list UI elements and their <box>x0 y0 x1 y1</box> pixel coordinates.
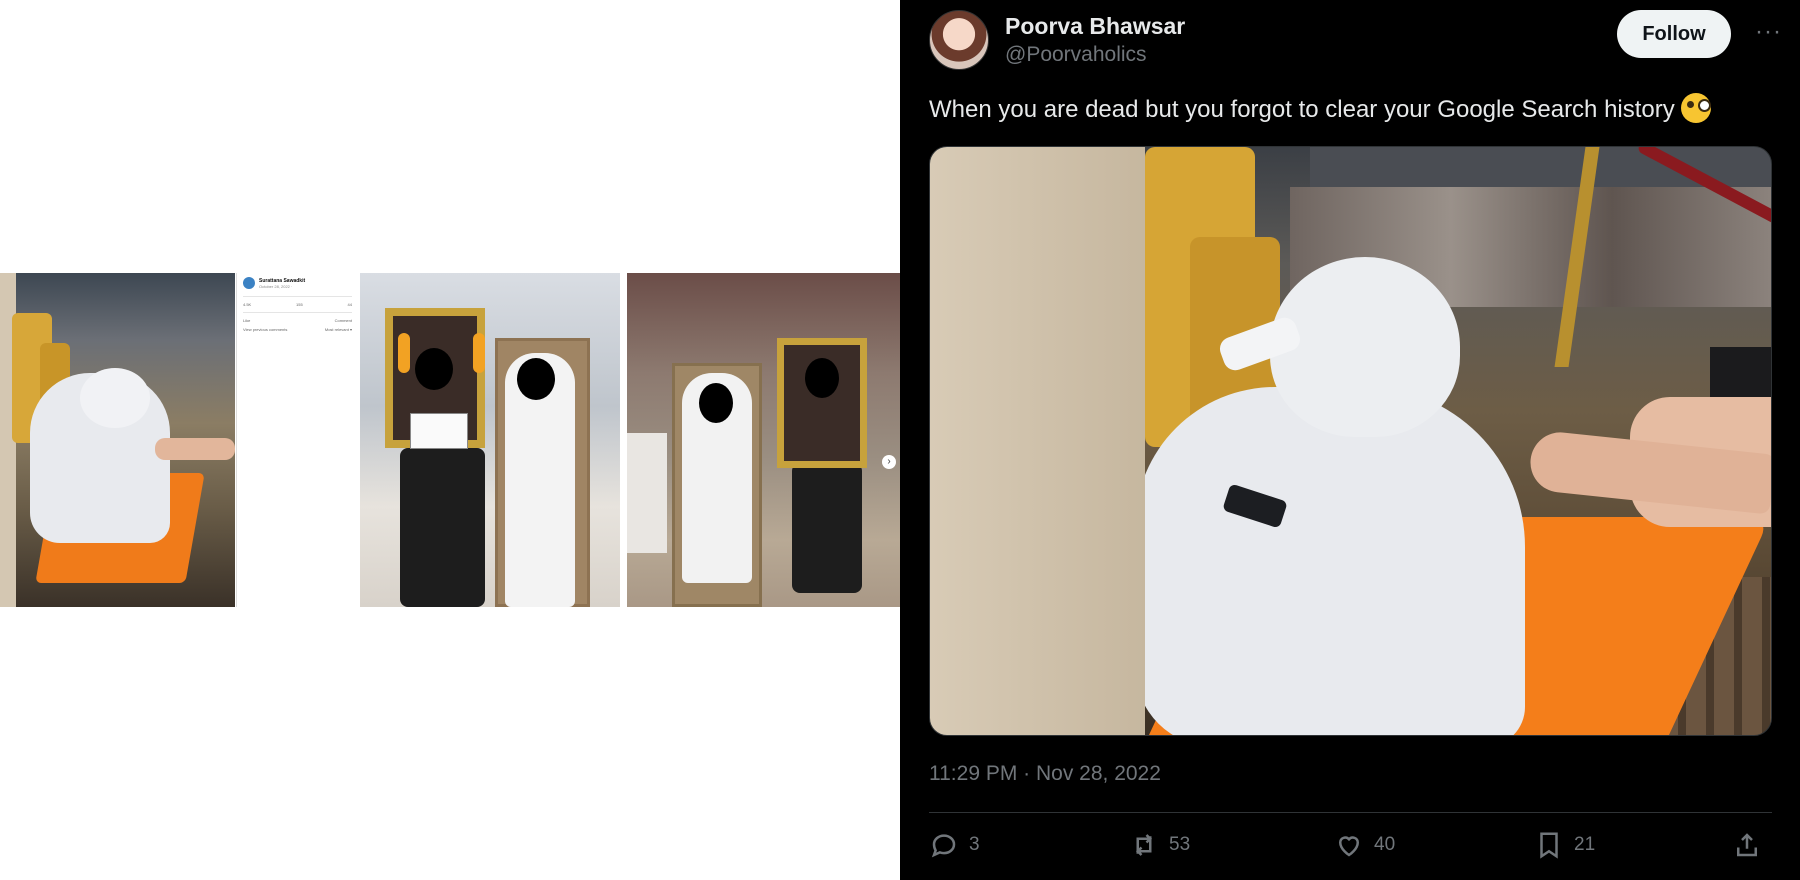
image-strip: Surattana Sawadkit October 28, 2022 · 4.… <box>0 273 900 607</box>
marigold-garland <box>398 333 410 373</box>
blurred-face <box>805 358 839 398</box>
memorial-sign <box>410 413 468 449</box>
tweet-action-bar: 3 53 40 21 <box>929 830 1772 870</box>
bookmark-count: 21 <box>1574 834 1596 855</box>
divider <box>929 812 1772 813</box>
fb-like-button[interactable]: Like <box>243 318 250 323</box>
blurred-face <box>517 358 555 400</box>
bookmark-button[interactable]: 21 <box>1534 830 1595 860</box>
fb-action-row: Like Comment <box>237 316 358 325</box>
reply-icon <box>931 834 956 858</box>
facebook-post-screenshot[interactable]: Surattana Sawadkit October 28, 2022 · 4.… <box>236 273 358 607</box>
photo-collage: Surattana Sawadkit October 28, 2022 · 4.… <box>0 0 900 880</box>
pillar <box>930 147 1145 735</box>
repost-button[interactable]: 53 <box>1129 830 1190 860</box>
fb-author-name: Surattana Sawadkit <box>259 277 306 284</box>
share-icon <box>1737 833 1757 857</box>
fb-most-relevant[interactable]: Most relevant ▾ <box>325 327 352 332</box>
repost-count: 53 <box>1169 834 1191 855</box>
follow-button[interactable]: Follow <box>1617 10 1731 58</box>
fb-comment-button[interactable]: Comment <box>335 318 352 323</box>
like-count: 40 <box>1374 834 1396 855</box>
blurred-face <box>415 348 453 390</box>
tweet-media-photo[interactable] <box>929 146 1772 736</box>
blurred-face <box>699 383 733 423</box>
tweet-timestamp[interactable]: 11:29 PM · Nov 28, 2022 <box>929 762 1161 786</box>
avatar <box>243 277 255 289</box>
share-button[interactable] <box>1732 830 1762 860</box>
tweet-text: When you are dead but you forgot to clea… <box>929 93 1711 124</box>
child-in-black <box>400 448 485 607</box>
pointing-hand <box>155 438 235 460</box>
sheet-head <box>1270 257 1460 437</box>
user-handle[interactable]: @Poorvaholics <box>1005 43 1147 67</box>
screenshot-canvas: Surattana Sawadkit October 28, 2022 · 4.… <box>0 0 1800 880</box>
fb-reaction-count: 4.5K <box>243 302 252 307</box>
more-options-icon[interactable]: ··· <box>1755 18 1782 46</box>
reply-count: 3 <box>969 834 980 855</box>
coffin-kids-photo-2[interactable]: › <box>627 273 900 607</box>
marigold-garland <box>473 333 485 373</box>
heart-icon <box>1338 836 1360 857</box>
fb-view-previous[interactable]: View previous comments <box>243 327 287 332</box>
bookmark-icon <box>1540 832 1558 859</box>
tweet-text-content: When you are dead but you forgot to clea… <box>929 96 1675 123</box>
fb-share-count: 44 <box>347 302 352 307</box>
fb-post-date: October 28, 2022 · <box>259 283 293 289</box>
next-arrow-icon[interactable]: › <box>882 455 896 469</box>
sheet-figure <box>1135 387 1525 735</box>
tweet-card: Poorva Bhawsar @Poorvaholics Follow ··· … <box>900 0 1800 880</box>
ghost-bench-photo[interactable] <box>0 273 235 607</box>
reply-button[interactable]: 3 <box>929 830 980 860</box>
fb-comments-row: View previous comments Most relevant ▾ <box>237 325 358 334</box>
fingerprint-sign <box>627 433 667 553</box>
fb-reactions-row: 4.5K 155 44 <box>237 300 358 309</box>
child-in-black <box>792 463 862 593</box>
divider <box>243 296 352 297</box>
fb-post-header: Surattana Sawadkit October 28, 2022 · <box>237 273 358 293</box>
fb-comment-count: 155 <box>296 302 303 307</box>
coffin-kids-photo[interactable] <box>360 273 620 607</box>
zany-face-emoji-icon <box>1680 93 1711 123</box>
user-display-name[interactable]: Poorva Bhawsar <box>1005 13 1185 40</box>
repost-icon <box>1135 834 1153 856</box>
sheet-head <box>80 368 150 428</box>
divider <box>243 312 352 313</box>
user-avatar[interactable] <box>929 10 989 70</box>
like-button[interactable]: 40 <box>1334 830 1395 860</box>
